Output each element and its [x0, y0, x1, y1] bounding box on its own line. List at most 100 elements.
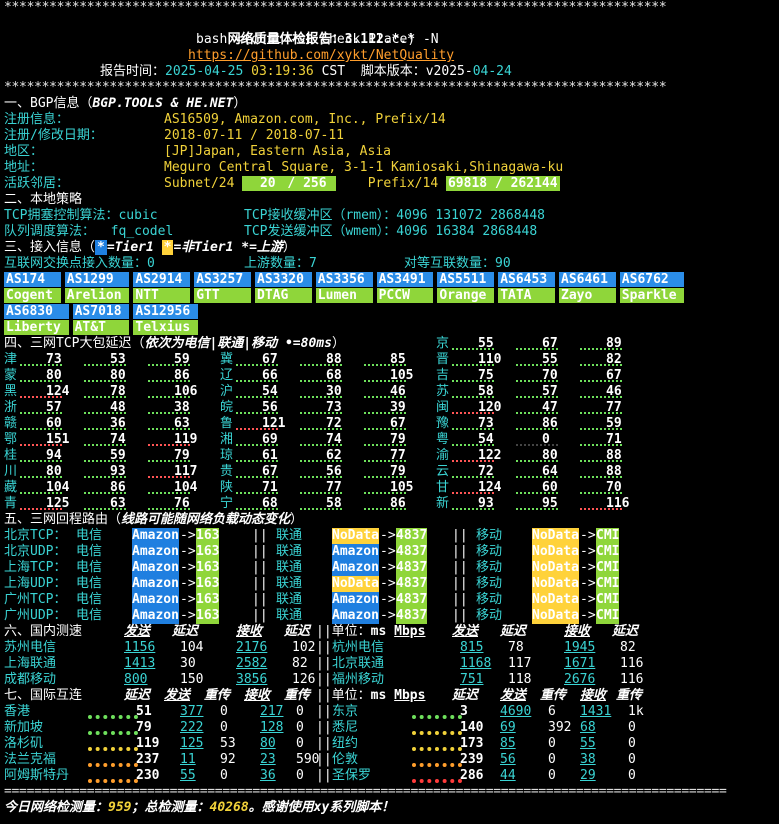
route-asn-badge[interactable]: CMI [596, 592, 620, 608]
intl-recv-value: 80 [260, 736, 276, 751]
qdisc-value: fq_codel [110, 224, 174, 239]
as-name-badge[interactable]: TATA [498, 288, 555, 303]
as-number-badge[interactable]: AS2914 [133, 272, 191, 287]
route-asn-badge[interactable]: CMI [596, 544, 620, 560]
as-name-badge[interactable]: DTAG [255, 288, 312, 303]
as-name-badge[interactable]: PCCW [376, 288, 434, 303]
legend-upstream-mark: * [241, 240, 250, 255]
route-asn-badge[interactable]: 4837 [396, 576, 428, 592]
route-path-badge[interactable]: NoData [332, 528, 379, 544]
as-number-badge[interactable]: AS7018 [72, 304, 130, 319]
as-name-badge[interactable]: AT&T [72, 320, 130, 335]
intl-retx-value: 0 [628, 768, 636, 783]
peer-count: 对等互联数量：90 [404, 256, 511, 272]
route-path-badge[interactable]: NoData [332, 576, 379, 592]
route-path-badge[interactable]: Amazon [132, 528, 179, 544]
domestic-latency-value: 116 [620, 656, 644, 671]
as-number-badge[interactable]: AS1299 [64, 272, 130, 287]
as-number-badge[interactable]: AS3356 [315, 272, 373, 287]
latency-value: 105 [390, 368, 414, 383]
report-title: 网络质量体检报告：3.112.*.* [212, 16, 415, 47]
domestic-latency-value: 78 [508, 640, 524, 655]
route-asn-badge[interactable]: 4837 [396, 528, 428, 544]
route-path-badge[interactable]: NoData [532, 560, 579, 576]
route-path-badge[interactable]: Amazon [132, 544, 179, 560]
command-text[interactable]: bash <(curl -sL Check.Place) -N [196, 32, 439, 48]
bgp-region-label: 地区： [4, 144, 44, 159]
as-number-badge[interactable]: AS3320 [255, 272, 312, 287]
as-name-badge[interactable]: Telxius [133, 320, 198, 335]
latency-value: 124 [46, 384, 70, 399]
route-path-badge[interactable]: Amazon [332, 608, 379, 624]
route-asn-badge[interactable]: CMI [596, 560, 620, 576]
province-label: 冀 [220, 352, 234, 367]
latency-value: 60 [46, 416, 62, 431]
peer-value: 90 [495, 256, 511, 271]
intl-retx-value: 0 [220, 720, 228, 735]
route-asn-badge[interactable]: 163 [196, 544, 220, 560]
route-path-badge[interactable]: Amazon [132, 592, 179, 608]
route-asn-badge[interactable]: 163 [196, 560, 220, 576]
as-number-badge[interactable]: AS6830 [4, 304, 69, 319]
as-name-badge[interactable]: Lumen [315, 288, 373, 303]
route-asn-badge[interactable]: 163 [196, 528, 220, 544]
route-path-badge[interactable]: Amazon [332, 592, 379, 608]
intl-retx-value: 0 [296, 720, 304, 735]
domestic-send-value: 1156 [124, 640, 156, 655]
route-path-badge[interactable]: Amazon [132, 608, 179, 624]
latency-value: 79 [390, 464, 406, 479]
as-number-badge[interactable]: AS6762 [619, 272, 685, 287]
route-asn-badge[interactable]: 163 [196, 592, 220, 608]
route-path-badge[interactable]: NoData [532, 544, 579, 560]
route-isp-telecom: 电信 [76, 592, 103, 607]
route-path-badge[interactable]: Amazon [332, 560, 379, 576]
route-path-badge[interactable]: Amazon [132, 560, 179, 576]
route-asn-badge[interactable]: CMI [596, 528, 620, 544]
as-number-badge[interactable]: AS6461 [559, 272, 616, 287]
route-asn-badge[interactable]: CMI [596, 576, 620, 592]
as-number-badge[interactable]: AS12956 [133, 304, 198, 319]
province-label: 藏 [4, 480, 18, 495]
dom-unit-ms: ms [370, 624, 387, 639]
as-name-badge[interactable]: GTT [194, 288, 251, 303]
latency-value: 67 [262, 352, 278, 367]
route-path-badge[interactable]: NoData [532, 592, 579, 608]
as-number-badge[interactable]: AS3257 [194, 272, 251, 287]
route-asn-badge[interactable]: 4837 [396, 544, 428, 560]
as-number-badge[interactable]: AS3491 [376, 272, 434, 287]
as-name-badge[interactable]: Zayo [559, 288, 616, 303]
latency-value: 67 [390, 416, 406, 431]
subnet-label: Subnet/24 [164, 176, 235, 191]
route-asn-badge[interactable]: 4837 [396, 560, 428, 576]
route-asn-badge[interactable]: 163 [196, 576, 220, 592]
as-number-badge[interactable]: AS5511 [437, 272, 495, 287]
route-path-badge[interactable]: Amazon [332, 544, 379, 560]
route-arrow: -> [580, 528, 596, 543]
route-asn-badge[interactable]: 4837 [396, 608, 428, 624]
as-number-badge[interactable]: AS174 [4, 272, 61, 287]
as-name-badge[interactable]: Arelion [64, 288, 130, 303]
domestic-send-value: 800 [124, 672, 148, 687]
route-path-badge[interactable]: NoData [532, 528, 579, 544]
as-name-badge[interactable]: Cogent [4, 288, 61, 303]
route-asn-badge[interactable]: 4837 [396, 592, 428, 608]
latency-value: 67 [606, 368, 622, 383]
route-isp-unicom: 联通 [276, 544, 303, 559]
route-path-badge[interactable]: NoData [532, 576, 579, 592]
repo-link[interactable]: https://github.com/xykt/NetQuality [188, 48, 454, 64]
latency-value: 72 [478, 464, 494, 479]
as-name-badge[interactable]: NTT [133, 288, 191, 303]
access-section-title: 三、接入信息（ * =Tier1 * =非Tier1 *=上游） [4, 240, 296, 256]
row-divider: || [316, 672, 332, 687]
route-path-badge[interactable]: Amazon [132, 576, 179, 592]
as-number-badge[interactable]: AS6453 [498, 272, 555, 287]
route-path-badge[interactable]: NoData [532, 608, 579, 624]
bgp-region-value: [JP]Japan, Eastern Asia, Asia [164, 144, 391, 159]
as-name-badge[interactable]: Orange [437, 288, 495, 303]
route-divider: || [252, 576, 268, 591]
route-asn-badge[interactable]: 163 [196, 608, 220, 624]
province-label: 京 [436, 336, 450, 351]
as-name-badge[interactable]: Sparkle [619, 288, 685, 303]
route-asn-badge[interactable]: CMI [596, 608, 620, 624]
as-name-badge[interactable]: Liberty [4, 320, 69, 335]
